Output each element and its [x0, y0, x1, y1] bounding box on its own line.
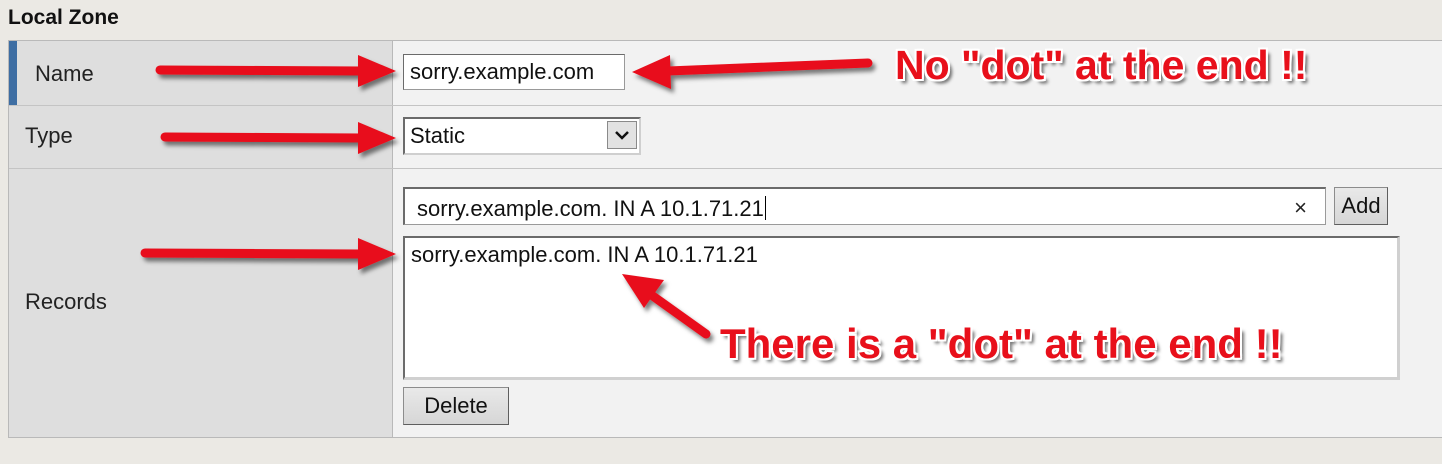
arrow-icon	[155, 55, 396, 87]
arrow-icon	[622, 274, 711, 339]
annotation-no-dot: No "dot" at the end !!	[895, 42, 1308, 88]
arrow-icon	[140, 238, 396, 270]
arrow-icon	[632, 55, 873, 89]
annotation-has-dot: There is a "dot" at the end !!	[720, 320, 1283, 367]
arrow-icon	[160, 122, 396, 154]
